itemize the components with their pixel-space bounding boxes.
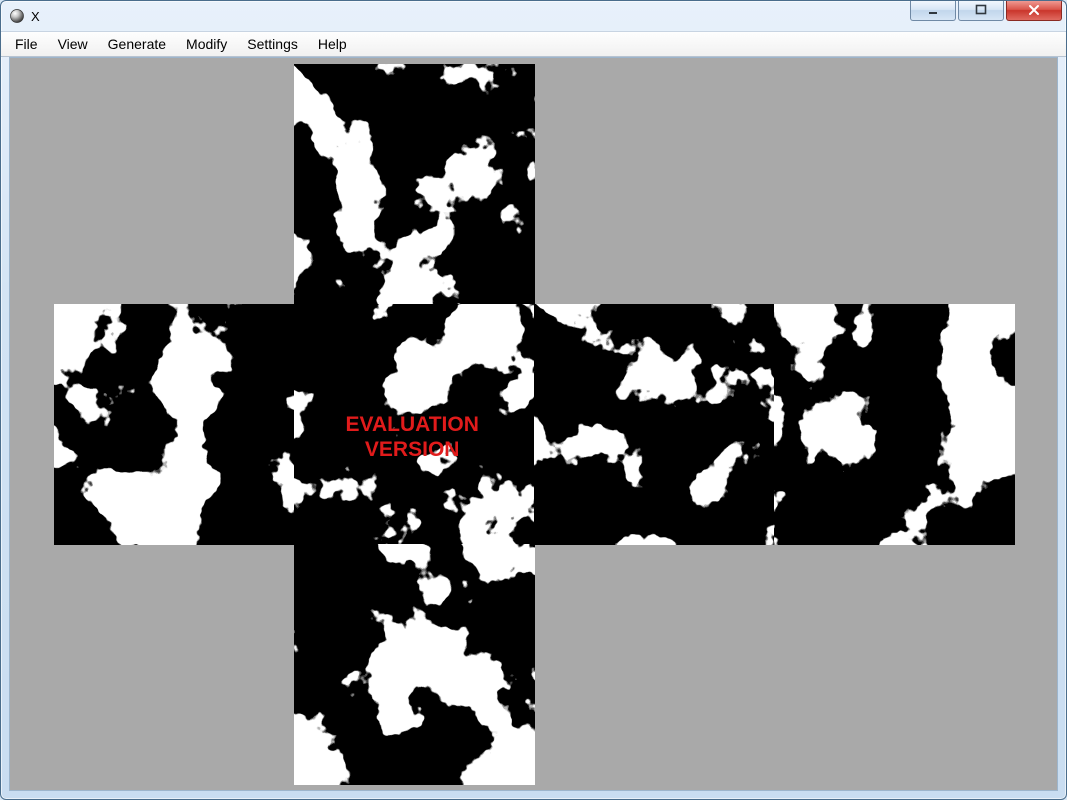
- mask-tr: [535, 64, 1014, 304]
- cubemap-face-front: [294, 304, 535, 545]
- app-sphere-icon: [9, 8, 25, 24]
- cubemap-face-right: [534, 304, 775, 545]
- menu-help[interactable]: Help: [308, 32, 357, 56]
- mask-tl: [54, 64, 294, 304]
- menu-settings[interactable]: Settings: [237, 32, 308, 56]
- cubemap-face-bottom: [294, 544, 535, 785]
- menu-generate[interactable]: Generate: [98, 32, 176, 56]
- close-button[interactable]: [1006, 0, 1062, 21]
- cubemap-cross: EVALUATION VERSION: [54, 64, 1014, 784]
- minimize-button[interactable]: [910, 0, 956, 21]
- cubemap-face-top: [294, 64, 535, 305]
- titlebar[interactable]: X: [1, 1, 1066, 31]
- cubemap-face-back: [774, 304, 1015, 545]
- maximize-button[interactable]: [958, 0, 1004, 21]
- window-controls: [910, 0, 1062, 21]
- canvas-viewport[interactable]: EVALUATION VERSION: [9, 57, 1058, 791]
- cubemap-face-left: [54, 304, 295, 545]
- menu-file[interactable]: File: [5, 32, 48, 56]
- menu-modify[interactable]: Modify: [176, 32, 237, 56]
- mask-bl: [54, 545, 294, 784]
- window-title: X: [31, 9, 40, 24]
- mask-br: [535, 545, 1014, 784]
- app-window: X File View Generate Modify Se: [0, 0, 1067, 800]
- menubar: File View Generate Modify Settings Help: [1, 31, 1066, 57]
- menu-view[interactable]: View: [48, 32, 98, 56]
